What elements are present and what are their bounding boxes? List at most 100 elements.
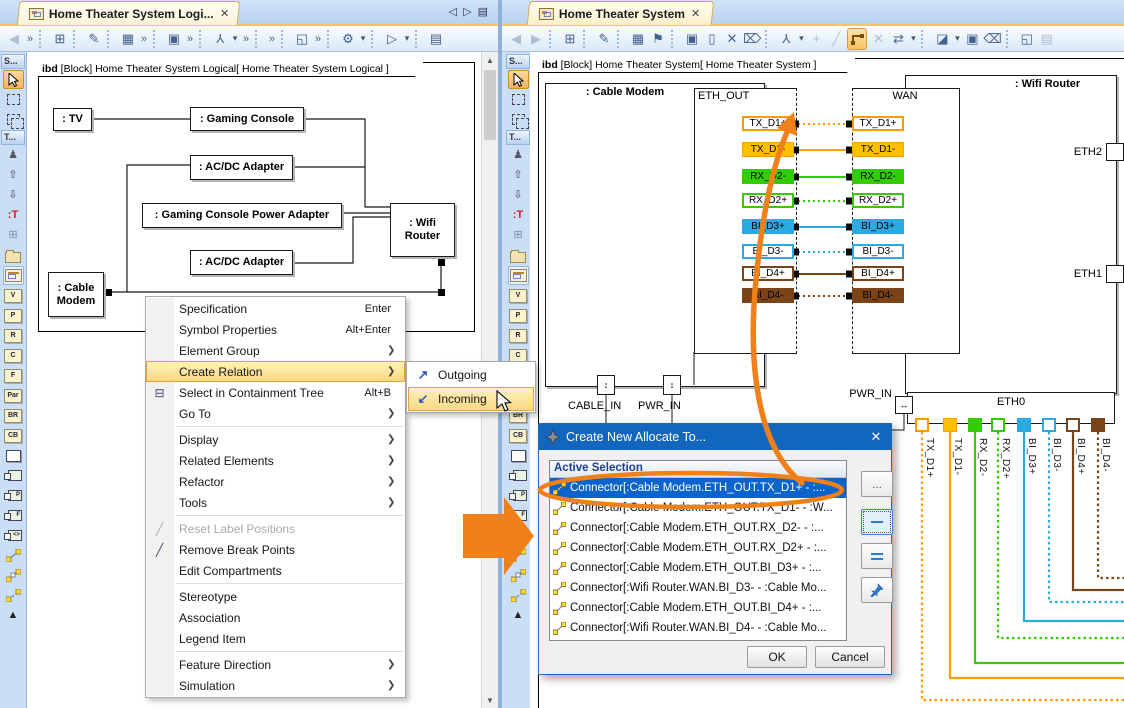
part-property-icon[interactable]: P [3, 306, 24, 325]
dropdown-caret-icon[interactable]: ▾ [403, 29, 411, 49]
copy-icon[interactable]: ▣ [165, 29, 183, 49]
rectilinear-path-icon[interactable] [847, 28, 867, 50]
port-cable-in[interactable]: ↕ [597, 375, 615, 395]
overflow-chevron-icon[interactable]: » [267, 29, 277, 49]
pin-label-left-txd1[interactable]: TX_D1- [742, 142, 794, 157]
diagram-overview-icon[interactable] [3, 266, 24, 285]
edit-note-icon[interactable]: ✎ [85, 29, 103, 49]
marquee-selection-icon[interactable] [508, 90, 529, 109]
scroll-up-icon[interactable]: ▲ [482, 52, 498, 68]
block-wifi-router[interactable]: : Wifi Router [390, 203, 455, 257]
group-selection-icon[interactable] [508, 110, 529, 129]
palette-section-header[interactable]: S... [506, 54, 530, 69]
bound-reference-icon[interactable]: BR [3, 406, 24, 425]
cancel-button[interactable]: Cancel [815, 646, 885, 668]
grid-icon[interactable]: ▤ [427, 29, 445, 49]
pin-label-left-bid4[interactable]: BI_D4- [742, 288, 794, 303]
proxy-port-icon[interactable]: P [508, 486, 529, 505]
dropdown-caret-icon[interactable]: ▾ [909, 29, 917, 49]
callout-box-icon[interactable]: CB [3, 426, 24, 445]
containment-folder-icon[interactable] [3, 246, 24, 265]
pin-label-right-txd1[interactable]: TX_D1+ [852, 116, 904, 131]
eth0-pin-txd1[interactable] [915, 418, 929, 432]
pin-label-left-bid4[interactable]: BI_D4+ [742, 266, 794, 281]
callout-box-icon[interactable]: CB [508, 426, 529, 445]
hierarchy-icon[interactable]: Y [211, 29, 229, 49]
overflow-chevron-icon[interactable]: » [241, 29, 251, 49]
menu-item-simulation[interactable]: Simulation❯ [146, 675, 405, 696]
pointer-tool-icon[interactable] [3, 70, 24, 89]
dropdown-caret-icon[interactable]: ▾ [231, 29, 239, 49]
part-shape-icon[interactable] [3, 446, 24, 465]
dropdown-caret-icon[interactable]: ▾ [359, 29, 367, 49]
pin-label-right-rxd2[interactable]: RX_D2+ [852, 193, 904, 208]
pin-label-left-bid3[interactable]: BI_D3+ [742, 219, 794, 234]
port-shape-icon[interactable] [508, 466, 529, 485]
structure-map-icon[interactable]: ▦ [119, 29, 137, 49]
insert-point-icon[interactable]: + [807, 29, 825, 49]
part-shape-icon[interactable] [508, 446, 529, 465]
stamp-tool-icon[interactable]: ♟ [508, 146, 529, 165]
dialog-close-icon[interactable]: ✕ [861, 429, 891, 445]
full-port-icon[interactable]: F [508, 506, 529, 525]
menu-item-remove-break-points[interactable]: ╱Remove Break Points [146, 539, 405, 560]
submenu-item-incoming[interactable]: ↙Incoming [408, 387, 534, 411]
dependency-tool-icon[interactable] [3, 586, 24, 605]
block-gaming-console[interactable]: : Gaming Console [190, 107, 304, 131]
palette-section-header[interactable]: T... [506, 130, 530, 145]
overflow-chevron-icon[interactable]: » [313, 29, 323, 49]
pin-label-left-txd1[interactable]: TX_D1+ [742, 116, 794, 131]
diagram-overview-icon[interactable] [508, 266, 529, 285]
connector-list-item[interactable]: Connector[:Cable Modem.ETH_OUT.BI_D3+ - … [550, 558, 846, 578]
pin-label-right-bid3[interactable]: BI_D3- [852, 244, 904, 259]
structure-tool-icon[interactable]: ⊞ [508, 226, 529, 245]
oblique-path-icon[interactable]: ╱ [827, 29, 845, 49]
containment-tree-icon[interactable]: ⊞ [51, 29, 69, 49]
browse-button[interactable]: ... [861, 471, 893, 497]
connector-list-item[interactable]: Connector[:Wifi Router.WAN.BI_D3- - :Cab… [550, 578, 846, 598]
overflow-chevron-icon[interactable]: » [25, 29, 35, 49]
structure-tool-icon[interactable]: ⊞ [3, 226, 24, 245]
pin-label-right-txd1[interactable]: TX_D1- [852, 142, 904, 157]
delete-icon[interactable]: ✕ [723, 29, 741, 49]
tab-close-icon[interactable]: ✕ [690, 7, 701, 20]
binding-connector-icon[interactable] [3, 566, 24, 585]
scrollbar-thumb[interactable] [484, 70, 496, 140]
menu-item-feature-direction[interactable]: Feature Direction❯ [146, 654, 405, 675]
menu-item-reset-label-positions[interactable]: ╱Reset Label Positions [146, 518, 405, 539]
pin-button[interactable] [861, 577, 893, 603]
menu-item-create-relation[interactable]: Create Relation❯ [146, 361, 405, 382]
text-tool-icon[interactable]: :T [3, 206, 24, 225]
dropdown-caret-icon[interactable]: ▾ [797, 29, 805, 49]
proxy-port-icon[interactable]: P [3, 486, 24, 505]
right-diagram-tab[interactable]: Home Theater System ✕ [527, 1, 715, 25]
block-acdc-adapter-bottom[interactable]: : AC/DC Adapter [190, 250, 293, 275]
connector-list-item[interactable]: Connector[:Cable Modem.ETH_OUT.TX_D1+ - … [550, 478, 846, 498]
connector-list-item[interactable]: Connector[:Cable Modem.ETH_OUT.RX_D2- - … [550, 518, 846, 538]
right-diagram-canvas[interactable]: ibd [Block] Home Theater System[ Home Th… [530, 52, 1124, 708]
menu-item-specification[interactable]: SpecificationEnter [146, 298, 405, 319]
eth0-pin-rxd2[interactable] [968, 418, 982, 432]
menu-item-refactor[interactable]: Refactor❯ [146, 471, 405, 492]
palette-section-header[interactable]: T... [1, 130, 25, 145]
menu-item-related-elements[interactable]: Related Elements❯ [146, 450, 405, 471]
palette-section-header[interactable]: S... [1, 54, 25, 69]
ok-button[interactable]: OK [747, 646, 807, 668]
connector-tool-icon[interactable] [3, 546, 24, 565]
align-top-icon[interactable]: ⇧ [508, 166, 529, 185]
copy-style-icon[interactable]: ▣ [963, 29, 981, 49]
copy-icon[interactable]: ▣ [683, 29, 701, 49]
overflow-chevron-icon[interactable]: » [185, 29, 195, 49]
block-tv[interactable]: : TV [53, 108, 92, 131]
full-port-icon[interactable]: F [3, 506, 24, 525]
menu-item-symbol-properties[interactable]: Symbol PropertiesAlt+Enter [146, 319, 405, 340]
tab-list-icon[interactable]: ▤ [478, 5, 488, 18]
pin-label-right-bid4[interactable]: BI_D4+ [852, 266, 904, 281]
port-shape-icon[interactable] [3, 466, 24, 485]
back-icon[interactable]: ◀ [5, 29, 23, 49]
menu-item-association[interactable]: Association [146, 607, 405, 628]
group-selection-icon[interactable] [3, 110, 24, 129]
connector-list-item[interactable]: Connector[:Cable Modem.ETH_OUT.BI_D4+ - … [550, 598, 846, 618]
binding-connector-icon[interactable] [508, 566, 529, 585]
resize-icon[interactable]: ◱ [1018, 29, 1036, 49]
